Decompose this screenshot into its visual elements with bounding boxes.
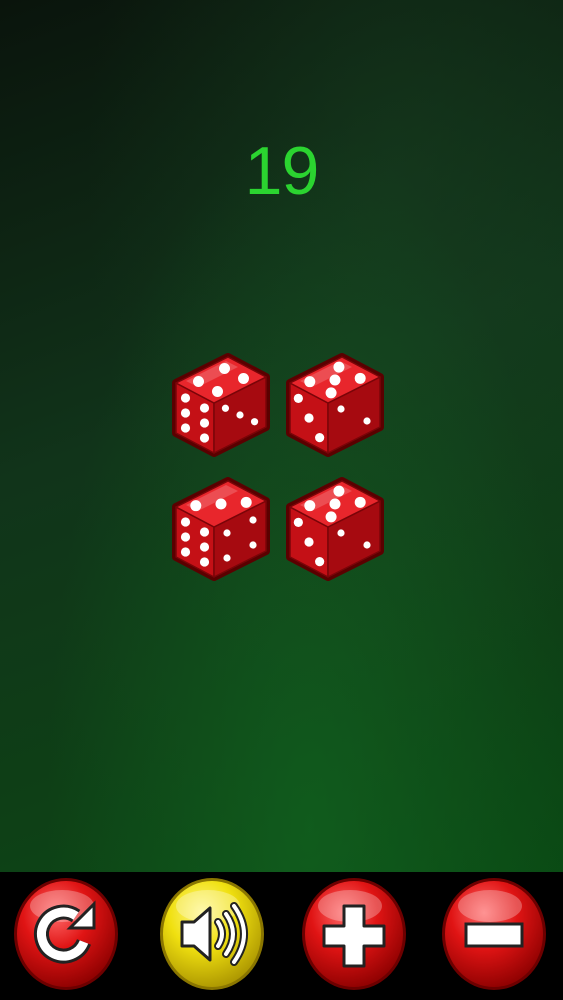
- control-bar: [0, 872, 563, 1000]
- die-pip: [337, 529, 345, 537]
- die-pip: [249, 541, 257, 549]
- die-pip: [236, 411, 244, 419]
- die-pip: [180, 423, 191, 433]
- sound-button[interactable]: [158, 876, 266, 992]
- die-pip: [238, 373, 249, 384]
- die-pip: [180, 408, 191, 418]
- die-pip: [180, 393, 191, 403]
- die-pip: [337, 405, 345, 413]
- die-2[interactable]: [280, 345, 390, 467]
- die-pip: [199, 527, 210, 537]
- refresh-icon: [14, 878, 118, 990]
- die-icon: [286, 353, 384, 457]
- die-pip: [180, 547, 191, 557]
- dice-total: 19: [244, 133, 320, 209]
- die-4[interactable]: [280, 469, 390, 591]
- die-pip: [325, 387, 337, 399]
- die-3[interactable]: [166, 469, 276, 591]
- die-pip: [354, 372, 366, 384]
- die-pip: [363, 541, 371, 549]
- die-pip: [180, 517, 191, 527]
- add-die-button[interactable]: [300, 876, 408, 992]
- die-pip: [315, 433, 325, 443]
- game-table: 19: [0, 0, 563, 872]
- die-pip: [363, 417, 371, 425]
- die-pip: [223, 554, 231, 562]
- die-pip: [199, 557, 210, 567]
- dice-area[interactable]: [166, 345, 391, 591]
- die-1[interactable]: [166, 345, 276, 467]
- die-pip: [293, 517, 303, 527]
- reroll-button[interactable]: [12, 876, 120, 992]
- die-pip: [223, 529, 231, 537]
- die-pip: [354, 496, 366, 508]
- speaker-icon: [160, 878, 264, 990]
- die-icon: [172, 477, 270, 581]
- die-pip: [240, 496, 252, 508]
- die-icon: [286, 477, 384, 581]
- die-pip: [199, 433, 210, 443]
- die-pip: [315, 557, 325, 567]
- die-pip: [199, 542, 210, 552]
- plus-icon: [302, 878, 406, 990]
- die-pip: [199, 403, 210, 413]
- die-pip: [212, 386, 223, 397]
- die-pip: [293, 393, 303, 403]
- die-icon: [172, 353, 270, 457]
- die-pip: [221, 404, 230, 412]
- die-pip: [325, 511, 337, 523]
- die-pip: [304, 413, 314, 423]
- die-pip: [199, 418, 210, 428]
- die-pip: [249, 516, 257, 524]
- die-pip: [250, 418, 259, 426]
- die-pip: [304, 537, 314, 547]
- remove-die-button[interactable]: [440, 876, 548, 992]
- minus-icon: [442, 878, 546, 990]
- die-pip: [180, 532, 191, 542]
